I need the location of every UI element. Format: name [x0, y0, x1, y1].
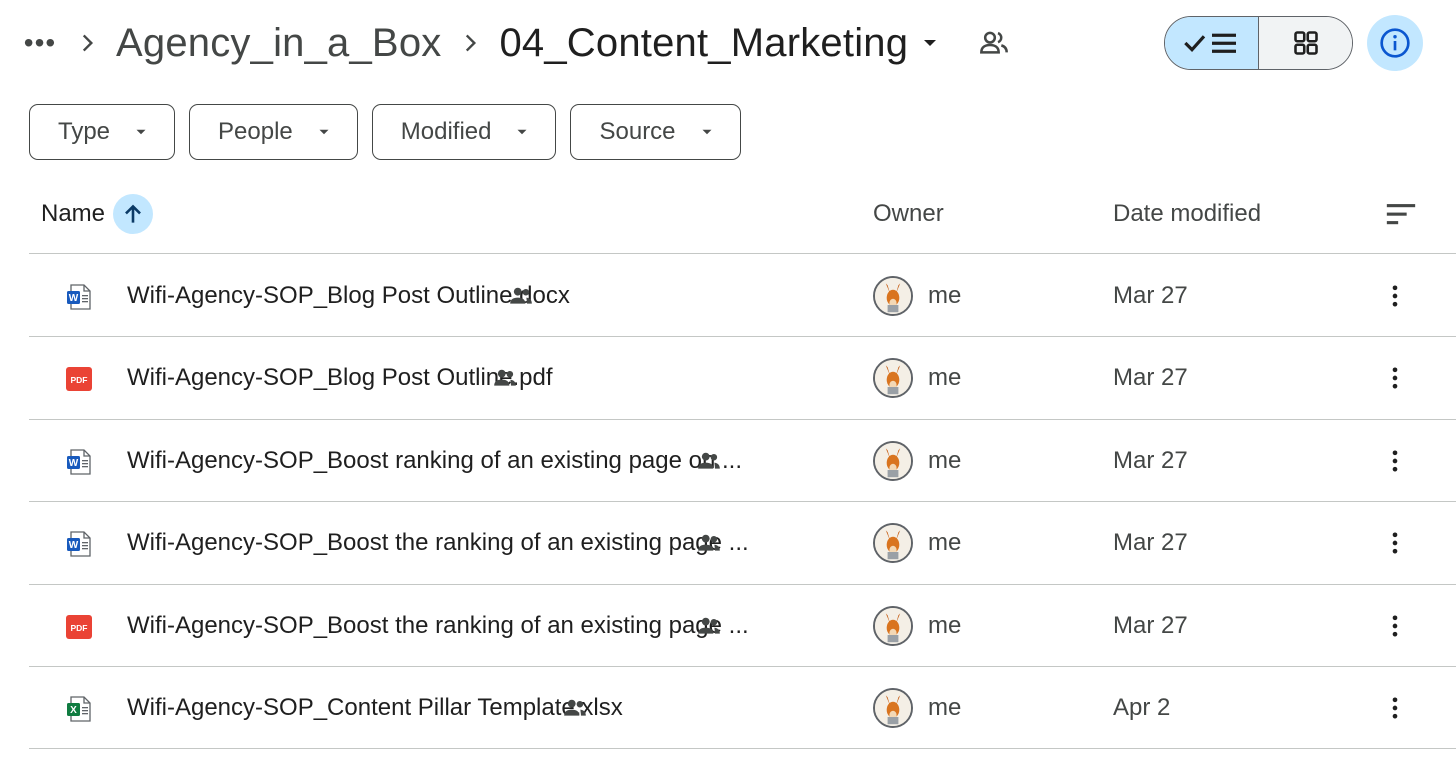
filter-people-chip[interactable]: People	[189, 104, 358, 160]
file-name[interactable]: Wifi-Agency-SOP_Content Pillar Template.…	[127, 667, 623, 749]
caret-down-icon	[132, 123, 150, 141]
sort-lines-icon	[1386, 204, 1416, 225]
list-view-button[interactable]	[1165, 17, 1259, 69]
caret-down-icon	[513, 123, 531, 141]
filter-type-chip[interactable]: Type	[29, 104, 176, 160]
table-header: Name Owner Date modified	[29, 184, 1456, 254]
arrow-up-icon	[125, 204, 141, 223]
breadcrumb: ••• Agency_in_a_Box 04_Content_Marketing	[22, 10, 1014, 76]
owner-name: me	[928, 282, 962, 309]
date-modified: Mar 27	[1113, 529, 1188, 557]
date-modified: Mar 27	[1113, 446, 1188, 474]
file-name[interactable]: Wifi-Agency-SOP_Blog Post Outline.docx	[127, 255, 570, 337]
filter-source-label: Source	[599, 118, 676, 145]
more-actions-button[interactable]	[1375, 276, 1415, 316]
shared-people-icon	[561, 695, 589, 721]
sort-direction-button[interactable]	[113, 194, 154, 234]
table-row[interactable]: W Wifi-Agency-SOP_Boost the ranking of an…	[29, 502, 1456, 585]
pdf-file-icon: PDF	[65, 613, 93, 641]
owner-name: me	[928, 364, 962, 392]
date-modified: Mar 27	[1113, 611, 1188, 639]
breadcrumb-parent-folder[interactable]: Agency_in_a_Box	[116, 21, 441, 66]
more-vert-icon	[1392, 367, 1398, 389]
svg-text:W: W	[69, 540, 79, 551]
shared-folder-people-icon[interactable]	[974, 23, 1014, 63]
more-vert-icon	[1392, 697, 1398, 719]
svg-text:PDF: PDF	[71, 375, 88, 385]
file-name[interactable]: Wifi-Agency-SOP_Boost the ranking of an …	[127, 585, 749, 667]
file-name[interactable]: Wifi-Agency-SOP_Blog Post Outline.pdf	[127, 337, 553, 419]
details-info-button[interactable]	[1367, 15, 1423, 71]
shared-people-icon	[507, 283, 535, 309]
breadcrumb-current-folder[interactable]: 04_Content_Marketing	[499, 21, 944, 66]
sort-options-button[interactable]	[1381, 196, 1421, 232]
excel-sheet-icon: X	[65, 695, 93, 723]
date-modified: Mar 27	[1113, 282, 1188, 309]
svg-text:X: X	[70, 705, 77, 716]
word-doc-icon: W	[65, 530, 93, 558]
more-vert-icon	[1392, 450, 1398, 472]
chevron-right-icon	[58, 30, 116, 56]
svg-text:W: W	[69, 293, 79, 304]
owner-avatar	[873, 440, 913, 481]
table-row[interactable]: W Wifi-Agency-SOP_Boost ranking of an exi…	[29, 420, 1456, 503]
date-modified: Apr 2	[1113, 693, 1171, 721]
word-doc-icon: W	[65, 283, 93, 311]
shared-people-icon	[695, 530, 723, 556]
owner-name: me	[928, 693, 962, 721]
filter-people-label: People	[218, 118, 293, 145]
more-actions-button[interactable]	[1375, 441, 1415, 481]
caret-down-icon	[315, 123, 333, 141]
more-actions-button[interactable]	[1375, 523, 1415, 563]
word-doc-icon: W	[65, 448, 93, 476]
more-actions-button[interactable]	[1375, 688, 1415, 728]
info-icon	[1380, 28, 1410, 58]
more-vert-icon	[1392, 285, 1398, 307]
grid-icon	[1293, 31, 1318, 55]
table-row[interactable]: PDF Wifi-Agency-SOP_Boost the ranking of …	[29, 585, 1456, 667]
svg-text:W: W	[69, 458, 79, 469]
more-actions-button[interactable]	[1375, 358, 1415, 398]
shared-people-icon	[695, 448, 723, 474]
svg-text:PDF: PDF	[71, 623, 88, 633]
chevron-right-icon	[441, 30, 499, 56]
grid-view-button[interactable]	[1259, 17, 1352, 69]
breadcrumb-more-button[interactable]: •••	[22, 25, 58, 61]
caret-down-icon	[916, 29, 944, 57]
owner-avatar	[873, 358, 913, 399]
more-vert-icon	[1392, 532, 1398, 554]
check-list-icon	[1183, 33, 1236, 53]
more-vert-icon	[1392, 615, 1398, 637]
filter-chips: Type People Modified Source	[29, 104, 741, 160]
owner-avatar	[873, 687, 913, 728]
table-row[interactable]: W Wifi-Agency-SOP_Blog Post Outline.docx m…	[29, 255, 1456, 338]
shared-people-icon	[491, 365, 519, 391]
file-name[interactable]: Wifi-Agency-SOP_Boost the ranking of an …	[127, 502, 749, 584]
more-actions-button[interactable]	[1375, 606, 1415, 646]
owner-avatar	[873, 605, 913, 646]
shared-people-icon	[695, 613, 723, 639]
column-header-owner[interactable]: Owner	[873, 184, 944, 244]
column-name-label: Name	[41, 200, 106, 227]
owner-name: me	[928, 611, 962, 639]
filter-type-label: Type	[58, 118, 111, 145]
column-header-date-modified[interactable]: Date modified	[1113, 184, 1261, 244]
table-row[interactable]: X Wifi-Agency-SOP_Content Pillar Template…	[29, 667, 1456, 750]
column-header-name[interactable]: Name	[41, 184, 154, 244]
view-toggle	[1164, 16, 1353, 70]
file-list: W Wifi-Agency-SOP_Blog Post Outline.docx m…	[29, 255, 1456, 750]
filter-modified-chip[interactable]: Modified	[371, 104, 557, 160]
pdf-file-icon: PDF	[65, 365, 93, 393]
owner-avatar	[873, 276, 913, 316]
current-folder-label: 04_Content_Marketing	[499, 20, 909, 65]
file-name[interactable]: Wifi-Agency-SOP_Boost ranking of an exis…	[127, 420, 742, 502]
filter-modified-label: Modified	[400, 118, 492, 145]
owner-avatar	[873, 523, 913, 564]
caret-down-icon	[698, 123, 716, 141]
date-modified: Mar 27	[1113, 364, 1188, 392]
table-row[interactable]: PDF Wifi-Agency-SOP_Blog Post Outline.pdf…	[29, 337, 1456, 420]
owner-name: me	[928, 529, 962, 557]
owner-name: me	[928, 446, 962, 474]
filter-source-chip[interactable]: Source	[570, 104, 741, 160]
